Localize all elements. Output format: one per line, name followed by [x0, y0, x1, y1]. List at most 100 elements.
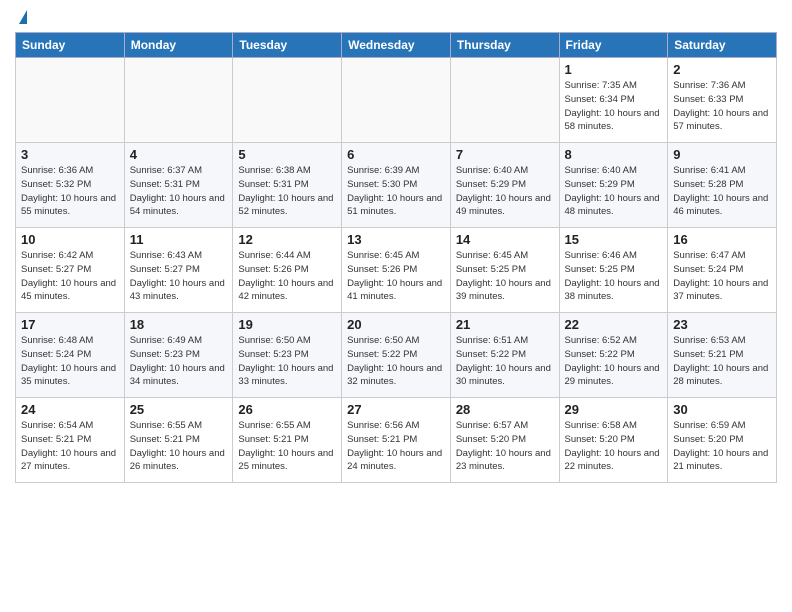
day-info: Sunrise: 6:53 AMSunset: 5:21 PMDaylight:…: [673, 334, 771, 389]
calendar-cell: 30 Sunrise: 6:59 AMSunset: 5:20 PMDayligh…: [668, 398, 777, 483]
calendar-cell: 26Sunrise: 6:55 AMSunset: 5:21 PMDayligh…: [233, 398, 342, 483]
calendar-cell: 7 Sunrise: 6:40 AMSunset: 5:29 PMDaylight…: [450, 143, 559, 228]
day-number: 10: [21, 232, 119, 247]
day-info: Sunrise: 6:51 AMSunset: 5:22 PMDaylight:…: [456, 334, 554, 389]
calendar-cell: [342, 58, 451, 143]
calendar-cell: 28 Sunrise: 6:57 AMSunset: 5:20 PMDayligh…: [450, 398, 559, 483]
day-info: Sunrise: 6:40 AMSunset: 5:29 PMDaylight:…: [456, 164, 554, 219]
calendar-week-2: 3 Sunrise: 6:36 AMSunset: 5:32 PMDaylight…: [16, 143, 777, 228]
weekday-header-thursday: Thursday: [450, 33, 559, 58]
day-number: 15: [565, 232, 663, 247]
weekday-header-wednesday: Wednesday: [342, 33, 451, 58]
calendar-cell: 18 Sunrise: 6:49 AMSunset: 5:23 PMDayligh…: [124, 313, 233, 398]
day-info: Sunrise: 6:43 AMSunset: 5:27 PMDaylight:…: [130, 249, 228, 304]
day-number: 13: [347, 232, 445, 247]
calendar-cell: 8 Sunrise: 6:40 AMSunset: 5:29 PMDaylight…: [559, 143, 668, 228]
day-info: Sunrise: 6:59 AMSunset: 5:20 PMDaylight:…: [673, 419, 771, 474]
calendar-cell: 14 Sunrise: 6:45 AMSunset: 5:25 PMDayligh…: [450, 228, 559, 313]
day-number: 29: [565, 402, 663, 417]
day-info: Sunrise: 7:35 AMSunset: 6:34 PMDaylight:…: [565, 79, 663, 134]
day-number: 2: [673, 62, 771, 77]
weekday-header-friday: Friday: [559, 33, 668, 58]
calendar-cell: 23 Sunrise: 6:53 AMSunset: 5:21 PMDayligh…: [668, 313, 777, 398]
day-number: 18: [130, 317, 228, 332]
calendar-cell: 19 Sunrise: 6:50 AMSunset: 5:23 PMDayligh…: [233, 313, 342, 398]
calendar-cell: 22 Sunrise: 6:52 AMSunset: 5:22 PMDayligh…: [559, 313, 668, 398]
day-info: Sunrise: 6:45 AMSunset: 5:25 PMDaylight:…: [456, 249, 554, 304]
calendar-cell: 25 Sunrise: 6:55 AMSunset: 5:21 PMDayligh…: [124, 398, 233, 483]
calendar-cell: 27 Sunrise: 6:56 AMSunset: 5:21 PMDayligh…: [342, 398, 451, 483]
calendar-week-5: 24Sunrise: 6:54 AMSunset: 5:21 PMDayligh…: [16, 398, 777, 483]
day-number: 6: [347, 147, 445, 162]
day-info: Sunrise: 6:50 AMSunset: 5:23 PMDaylight:…: [238, 334, 336, 389]
day-info: Sunrise: 6:58 AMSunset: 5:20 PMDaylight:…: [565, 419, 663, 474]
calendar-cell: 29 Sunrise: 6:58 AMSunset: 5:20 PMDayligh…: [559, 398, 668, 483]
day-number: 4: [130, 147, 228, 162]
day-info: Sunrise: 6:36 AMSunset: 5:32 PMDaylight:…: [21, 164, 119, 219]
calendar-cell: 5Sunrise: 6:38 AMSunset: 5:31 PMDaylight…: [233, 143, 342, 228]
day-number: 5: [238, 147, 336, 162]
calendar-cell: 6 Sunrise: 6:39 AMSunset: 5:30 PMDaylight…: [342, 143, 451, 228]
day-number: 19: [238, 317, 336, 332]
day-number: 16: [673, 232, 771, 247]
weekday-header-sunday: Sunday: [16, 33, 125, 58]
calendar-cell: [16, 58, 125, 143]
logo-triangle-icon: [19, 10, 27, 24]
day-info: Sunrise: 6:41 AMSunset: 5:28 PMDaylight:…: [673, 164, 771, 219]
day-number: 17: [21, 317, 119, 332]
day-number: 14: [456, 232, 554, 247]
day-info: Sunrise: 6:45 AMSunset: 5:26 PMDaylight:…: [347, 249, 445, 304]
calendar-cell: 10Sunrise: 6:42 AMSunset: 5:27 PMDayligh…: [16, 228, 125, 313]
calendar-week-1: 1 Sunrise: 7:35 AMSunset: 6:34 PMDaylight…: [16, 58, 777, 143]
day-info: Sunrise: 6:55 AMSunset: 5:21 PMDaylight:…: [130, 419, 228, 474]
day-info: Sunrise: 7:36 AMSunset: 6:33 PMDaylight:…: [673, 79, 771, 134]
weekday-header-monday: Monday: [124, 33, 233, 58]
day-number: 9: [673, 147, 771, 162]
day-info: Sunrise: 6:40 AMSunset: 5:29 PMDaylight:…: [565, 164, 663, 219]
day-number: 30: [673, 402, 771, 417]
calendar-cell: 1 Sunrise: 7:35 AMSunset: 6:34 PMDaylight…: [559, 58, 668, 143]
weekday-header-tuesday: Tuesday: [233, 33, 342, 58]
day-info: Sunrise: 6:39 AMSunset: 5:30 PMDaylight:…: [347, 164, 445, 219]
day-info: Sunrise: 6:49 AMSunset: 5:23 PMDaylight:…: [130, 334, 228, 389]
day-info: Sunrise: 6:47 AMSunset: 5:24 PMDaylight:…: [673, 249, 771, 304]
calendar-cell: 16 Sunrise: 6:47 AMSunset: 5:24 PMDayligh…: [668, 228, 777, 313]
calendar-cell: 17 Sunrise: 6:48 AMSunset: 5:24 PMDayligh…: [16, 313, 125, 398]
calendar-cell: 9 Sunrise: 6:41 AMSunset: 5:28 PMDaylight…: [668, 143, 777, 228]
weekday-header-saturday: Saturday: [668, 33, 777, 58]
day-number: 1: [565, 62, 663, 77]
day-number: 20: [347, 317, 445, 332]
day-number: 11: [130, 232, 228, 247]
logo: [15, 10, 27, 24]
day-info: Sunrise: 6:52 AMSunset: 5:22 PMDaylight:…: [565, 334, 663, 389]
calendar-cell: 13 Sunrise: 6:45 AMSunset: 5:26 PMDayligh…: [342, 228, 451, 313]
day-number: 24: [21, 402, 119, 417]
calendar-cell: 20Sunrise: 6:50 AMSunset: 5:22 PMDayligh…: [342, 313, 451, 398]
calendar-cell: 24Sunrise: 6:54 AMSunset: 5:21 PMDayligh…: [16, 398, 125, 483]
day-info: Sunrise: 6:48 AMSunset: 5:24 PMDaylight:…: [21, 334, 119, 389]
day-info: Sunrise: 6:46 AMSunset: 5:25 PMDaylight:…: [565, 249, 663, 304]
day-number: 8: [565, 147, 663, 162]
calendar-week-4: 17 Sunrise: 6:48 AMSunset: 5:24 PMDayligh…: [16, 313, 777, 398]
day-number: 23: [673, 317, 771, 332]
calendar-cell: 15 Sunrise: 6:46 AMSunset: 5:25 PMDayligh…: [559, 228, 668, 313]
calendar-cell: 12Sunrise: 6:44 AMSunset: 5:26 PMDayligh…: [233, 228, 342, 313]
day-number: 7: [456, 147, 554, 162]
day-number: 3: [21, 147, 119, 162]
day-number: 26: [238, 402, 336, 417]
calendar-cell: 2 Sunrise: 7:36 AMSunset: 6:33 PMDaylight…: [668, 58, 777, 143]
calendar-cell: 3 Sunrise: 6:36 AMSunset: 5:32 PMDaylight…: [16, 143, 125, 228]
calendar-cell: [124, 58, 233, 143]
day-info: Sunrise: 6:56 AMSunset: 5:21 PMDaylight:…: [347, 419, 445, 474]
day-number: 25: [130, 402, 228, 417]
day-number: 28: [456, 402, 554, 417]
calendar-cell: 4Sunrise: 6:37 AMSunset: 5:31 PMDaylight…: [124, 143, 233, 228]
day-number: 22: [565, 317, 663, 332]
day-info: Sunrise: 6:44 AMSunset: 5:26 PMDaylight:…: [238, 249, 336, 304]
calendar-cell: [233, 58, 342, 143]
day-info: Sunrise: 6:57 AMSunset: 5:20 PMDaylight:…: [456, 419, 554, 474]
day-number: 27: [347, 402, 445, 417]
calendar-cell: 11 Sunrise: 6:43 AMSunset: 5:27 PMDayligh…: [124, 228, 233, 313]
calendar-week-3: 10Sunrise: 6:42 AMSunset: 5:27 PMDayligh…: [16, 228, 777, 313]
calendar-cell: [450, 58, 559, 143]
